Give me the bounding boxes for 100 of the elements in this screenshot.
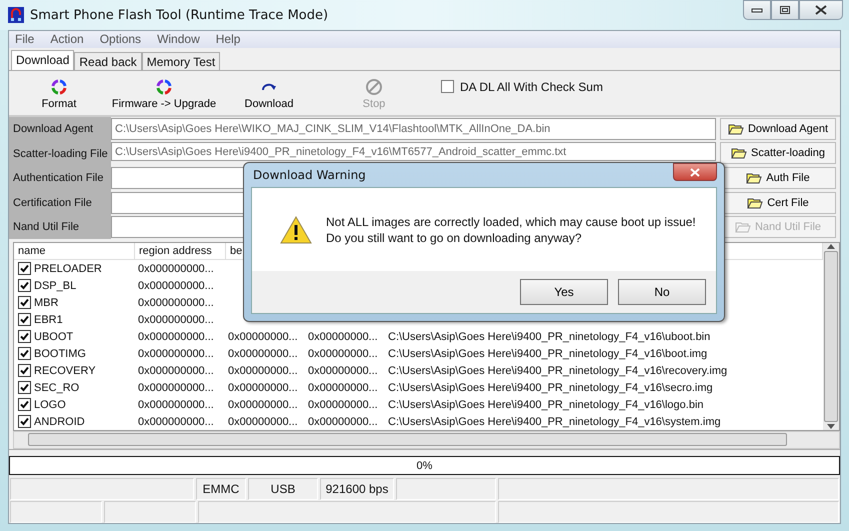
table-cell: C:\Users\Asip\Goes Here\i9400_PR_ninetology_F4_v16\system.img	[388, 416, 721, 428]
arrows-circle-icon	[155, 78, 173, 96]
menu-item[interactable]: Help	[216, 32, 240, 46]
table-cell: 0x000000000...	[138, 296, 214, 309]
table-cell: 0x000000000...	[138, 280, 214, 292]
menu-item[interactable]: Window	[157, 32, 200, 46]
table-cell: SEC_RO	[34, 382, 80, 394]
folder-icon	[728, 123, 744, 135]
row-checkbox[interactable]	[18, 398, 31, 412]
table-cell: DSP_BL	[34, 280, 76, 292]
stop-icon	[365, 78, 383, 96]
maximize-icon	[779, 5, 791, 15]
table-cell: C:\Users\Asip\Goes Here\i9400_PR_ninetology_F4_v16\uboot.bin	[388, 330, 710, 343]
tab[interactable]: Memory Test	[142, 52, 220, 70]
window-title: Smart Phone Flash Tool (Runtime Trace Mode)	[30, 8, 328, 22]
row-checkbox[interactable]	[18, 330, 31, 344]
tab[interactable]: Read back	[74, 52, 142, 70]
toolbar-button[interactable]: Firmware -> Upgrade	[109, 78, 219, 110]
column-header[interactable]: name	[14, 243, 135, 260]
table-cell: MBR	[34, 296, 58, 309]
field-label: Authentication File	[9, 166, 111, 190]
table-cell: 0x00000000...	[308, 416, 378, 428]
row-checkbox[interactable]	[18, 415, 31, 428]
table-cell: 0x00000000...	[228, 348, 298, 360]
status-cell: 921600 bps	[320, 478, 394, 500]
table-cell: BOOTIMG	[34, 348, 86, 360]
close-icon	[689, 168, 701, 176]
checkbox-label: DA DL All With Check Sum	[460, 80, 603, 94]
table-cell: 0x000000000...	[138, 382, 214, 394]
arrows-circle-icon	[50, 78, 68, 96]
browse-button[interactable]: Download Agent	[720, 118, 836, 140]
table-cell: 0x000000000...	[138, 364, 214, 377]
table-cell: C:\Users\Asip\Goes Here\i9400_PR_ninetology_F4_v16\recovery.img	[388, 364, 728, 377]
table-cell: 0x00000000...	[308, 364, 378, 377]
menu-item[interactable]: Options	[100, 32, 142, 46]
table-cell: UBOOT	[34, 330, 74, 343]
toolbar-button[interactable]: Download	[219, 78, 319, 110]
row-checkbox[interactable]	[18, 313, 31, 326]
table-cell: 0x000000000...	[138, 314, 214, 326]
row-checkbox[interactable]	[18, 364, 31, 378]
row-checkbox[interactable]	[18, 279, 31, 292]
field-label: Nand Util File	[9, 214, 111, 240]
table-cell: 0x00000000...	[308, 382, 378, 394]
table-cell: PRELOADER	[34, 262, 102, 275]
table-cell: 0x00000000...	[228, 416, 298, 428]
row-checkbox[interactable]	[18, 381, 31, 394]
checkbox[interactable]	[441, 80, 454, 94]
table-cell: C:\Users\Asip\Goes Here\i9400_PR_ninetology_F4_v16\secro.img	[388, 382, 713, 394]
table-cell: 0x000000000...	[138, 398, 214, 411]
dialog-button[interactable]: Yes	[520, 279, 608, 305]
field-label: Scatter-loading File	[9, 141, 111, 166]
field-label: Download Agent	[9, 116, 111, 142]
row-checkbox[interactable]	[18, 296, 31, 310]
up-arrow-icon[interactable]	[827, 243, 835, 250]
folder-icon	[747, 196, 764, 208]
table-cell: EBR1	[34, 314, 63, 326]
progress-text: 0%	[416, 460, 432, 472]
status-cell: EMMC	[196, 478, 246, 500]
horizontal-scrollbar[interactable]	[13, 431, 840, 450]
table-cell: LOGO	[34, 398, 66, 411]
field-label: Certification File	[9, 190, 111, 215]
minimize-button[interactable]	[743, 0, 771, 20]
vertical-scrollbar[interactable]	[823, 243, 839, 430]
table-cell: 0x000000000...	[138, 348, 214, 360]
table-cell: 0x000000000...	[138, 262, 214, 275]
close-button[interactable]	[799, 0, 843, 20]
dialog-title: Download Warning	[253, 168, 366, 182]
maximize-button[interactable]	[771, 0, 799, 20]
status-cell: USB	[248, 478, 318, 500]
table-cell: ANDROID	[34, 416, 85, 428]
dialog-message: Not ALL images are correctly loaded, which may cause boot up issue!	[326, 214, 696, 228]
dialog-message: Do you still want to go on downloading anyway?	[326, 230, 582, 244]
column-header[interactable]: region address	[135, 243, 226, 260]
table-cell: C:\Users\Asip\Goes Here\i9400_PR_ninetology_F4_v16\boot.img	[388, 348, 708, 360]
tab[interactable]: Download	[11, 50, 74, 70]
warning-icon	[280, 216, 312, 244]
close-button[interactable]	[673, 163, 717, 181]
dialog-button[interactable]: No	[618, 279, 706, 305]
table-cell: 0x00000000...	[308, 348, 378, 360]
input-field[interactable]: C:\Users\Asip\Goes Here\WIKO_MAJ_CINK_SLIM_V14\Flashtool\MTK_AllInOne_DA.bin	[111, 118, 716, 140]
table-cell: 0x000000000...	[138, 330, 214, 343]
menu-item[interactable]: Action	[50, 32, 84, 46]
table-cell: 0x00000000...	[228, 364, 298, 377]
table-cell: 0x00000000...	[228, 382, 298, 394]
table-cell: 0x00000000...	[308, 398, 378, 411]
row-checkbox[interactable]	[18, 262, 31, 276]
app-icon	[8, 7, 24, 23]
folder-icon	[746, 172, 762, 184]
toolbar-button[interactable]: Format	[9, 78, 109, 110]
table-cell: 0x00000000...	[228, 330, 298, 343]
input-field[interactable]: C:\Users\Asip\Goes Here\i9400_PR_ninetology_F4_v16\MT6577_Android_scatter_emmc.txt	[111, 142, 716, 162]
table-cell: C:\Users\Asip\Goes Here\i9400_PR_ninetology_F4_v16\logo.bin	[388, 398, 704, 411]
folder-icon	[734, 221, 751, 233]
down-arrow-icon[interactable]	[827, 424, 835, 430]
menu-item[interactable]: File	[15, 32, 34, 46]
table-cell: RECOVERY	[34, 364, 96, 377]
browse-button[interactable]: Scatter-loading	[720, 142, 836, 164]
table-cell: 0x00000000...	[228, 398, 298, 411]
row-checkbox[interactable]	[18, 347, 31, 360]
minimize-icon	[751, 7, 763, 13]
